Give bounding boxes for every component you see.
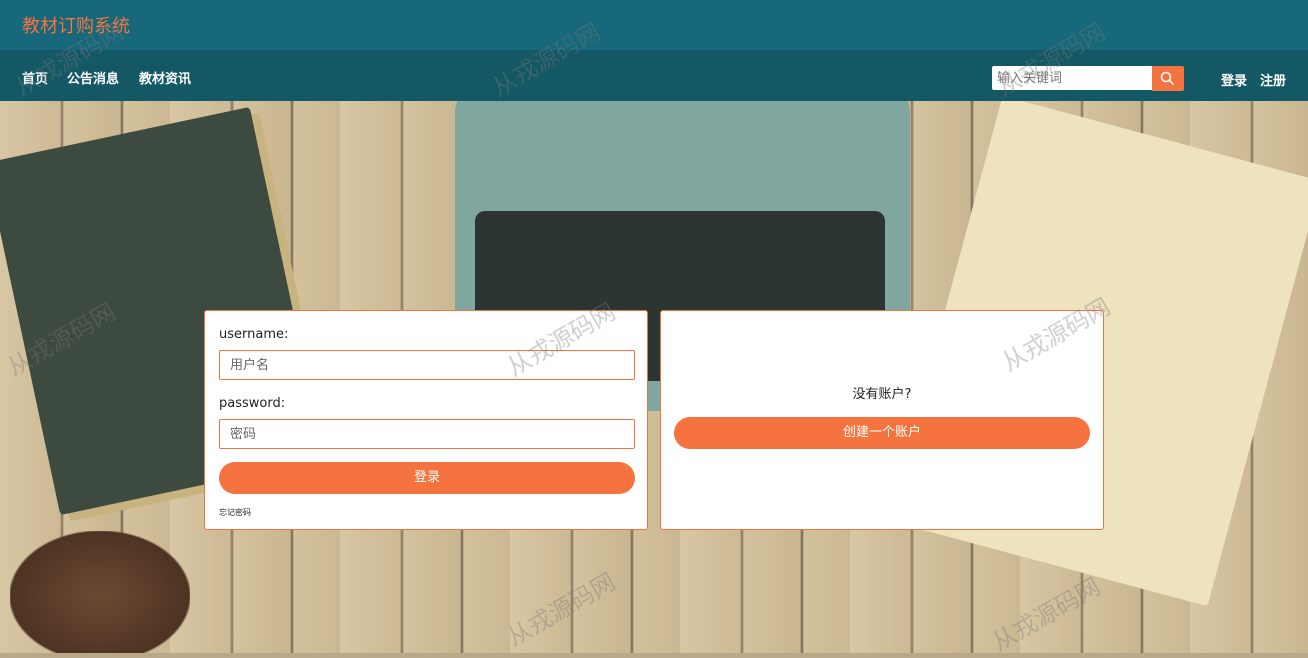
- search-input[interactable]: [992, 66, 1152, 90]
- username-label: username:: [219, 327, 289, 342]
- search-icon: [1160, 71, 1175, 86]
- nav-item-textbook-news[interactable]: 教材资讯: [139, 68, 191, 87]
- register-link[interactable]: 注册: [1260, 70, 1286, 89]
- nav-item-announcements[interactable]: 公告消息: [67, 68, 119, 87]
- password-label: password:: [219, 396, 286, 411]
- pinecone-image: [10, 531, 190, 653]
- top-header: 教材订购系统: [0, 0, 1308, 50]
- forgot-password-link[interactable]: 忘记密码: [219, 507, 251, 518]
- username-field[interactable]: [219, 350, 635, 380]
- password-field[interactable]: [219, 419, 635, 449]
- login-button[interactable]: 登录: [219, 462, 635, 494]
- site-title[interactable]: 教材订购系统: [22, 12, 130, 38]
- create-account-button[interactable]: 创建一个账户: [674, 417, 1090, 449]
- register-card: 没有账户? 创建一个账户: [660, 310, 1104, 530]
- no-account-prompt: 没有账户?: [852, 387, 912, 402]
- login-link[interactable]: 登录: [1221, 70, 1247, 89]
- search-button[interactable]: [1152, 66, 1184, 91]
- nav-item-home[interactable]: 首页: [22, 68, 48, 87]
- login-card: username: password: 登录 忘记密码: [204, 310, 648, 530]
- hero-background: [0, 101, 1308, 653]
